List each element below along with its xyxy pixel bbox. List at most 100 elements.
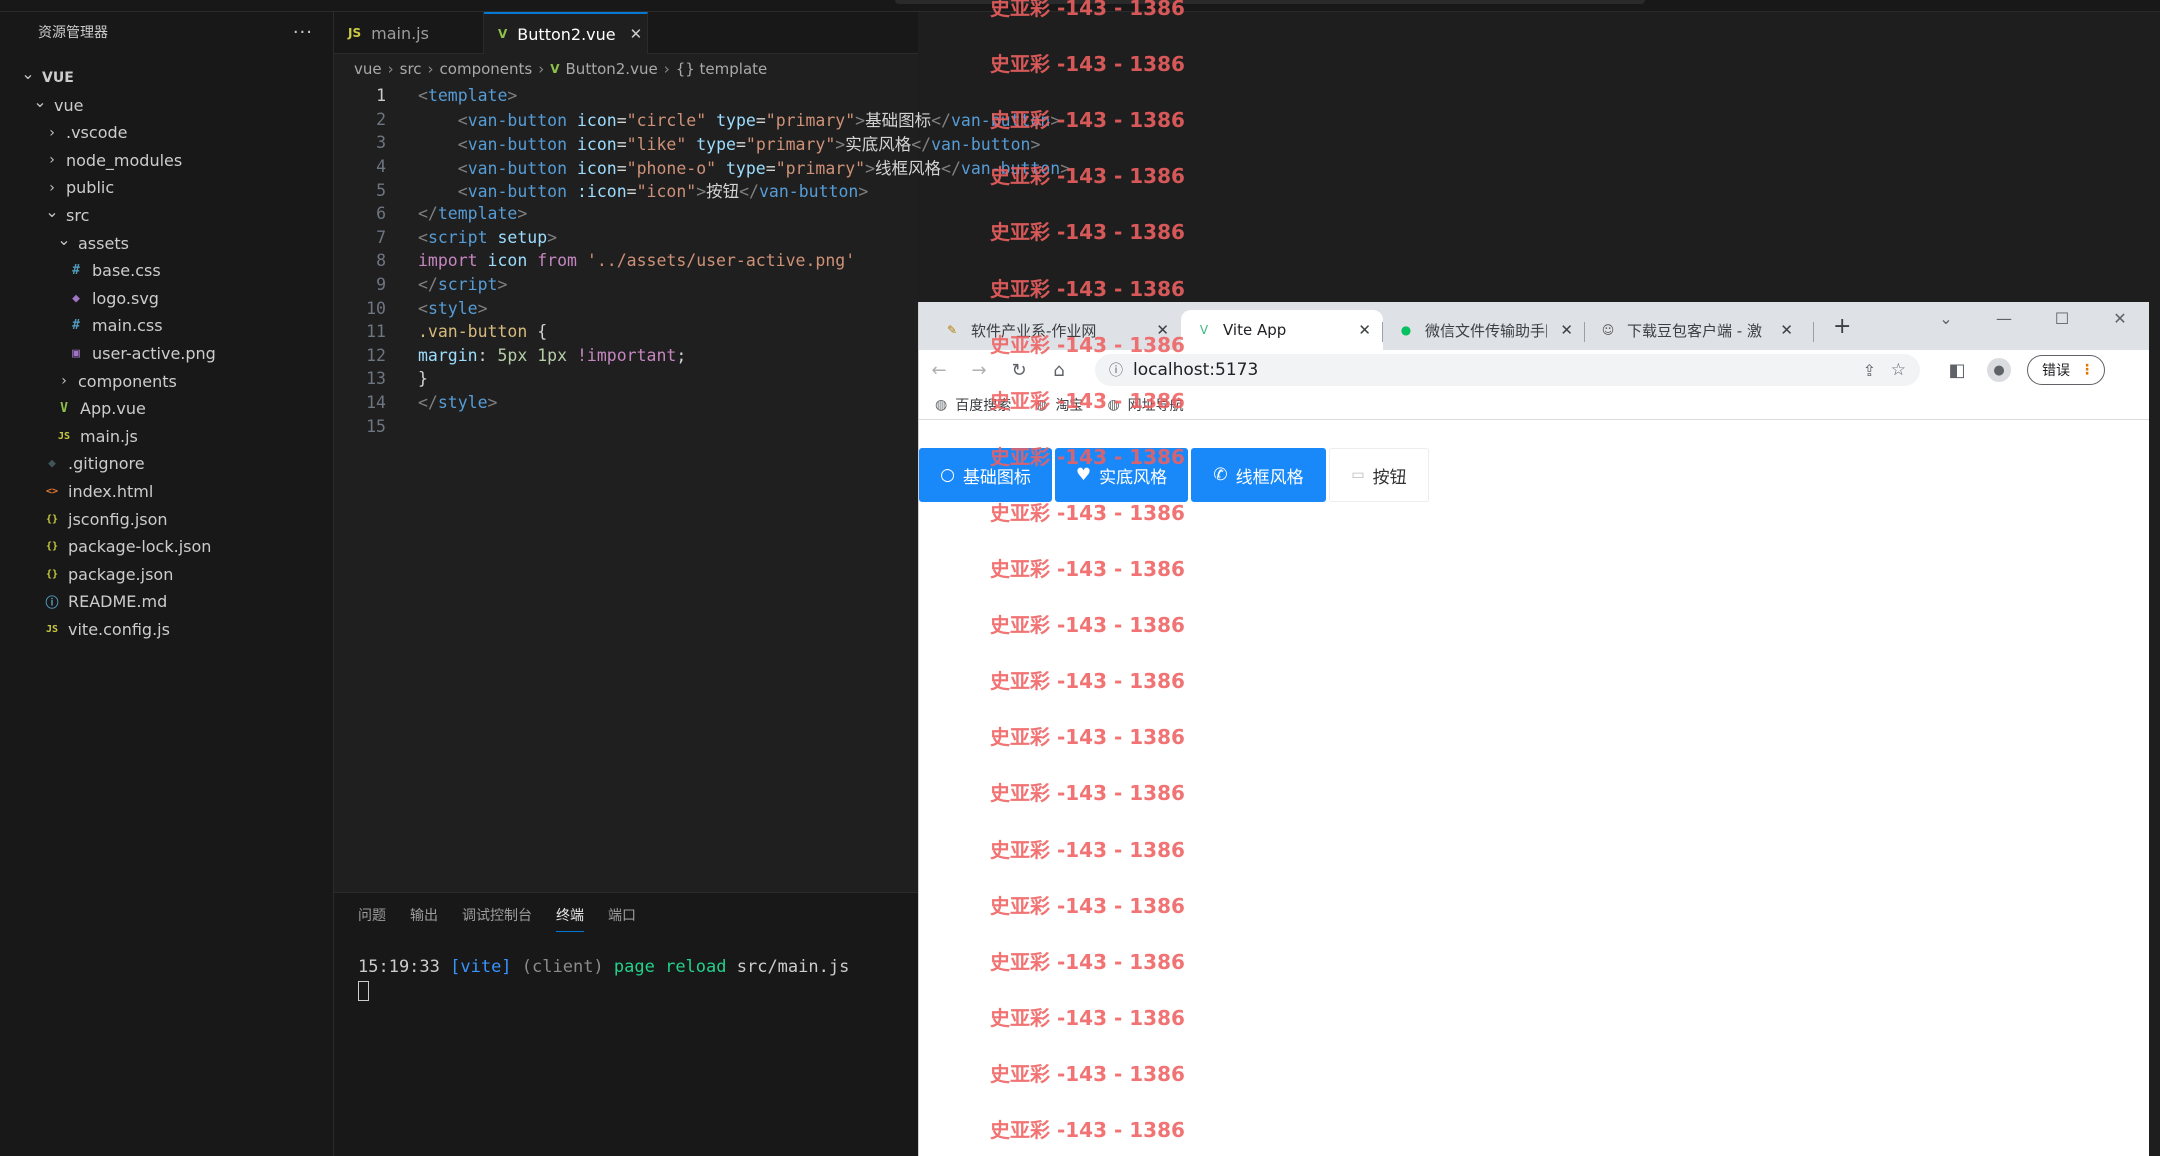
panel-tab[interactable]: 输出 [410,905,438,932]
tree-item[interactable]: ⌄ VUE [14,64,332,91]
tree-item[interactable]: # base.css [14,257,332,284]
tab-close-icon[interactable]: ✕ [1358,321,1371,339]
tree-item[interactable]: ▣ user-active.png [14,340,332,367]
line-source: </style> [418,393,497,412]
chevron-down-icon: ⌄ [45,202,59,221]
editor-tab[interactable]: JS main.js [334,12,484,54]
tab-close-icon[interactable]: ✕ [1560,321,1573,339]
bookmark-label: 网址导航 [1127,397,1184,414]
tree-item[interactable]: ◆ logo.svg [14,285,332,312]
back-icon[interactable]: ← [919,360,959,381]
breadcrumb-item[interactable]: Button2.vue [566,60,658,78]
new-tab-button[interactable]: + [1833,314,1851,339]
breadcrumb-item[interactable]: vue [354,60,382,78]
bookmark-item[interactable]: ◍ 网址导航 [1107,395,1183,415]
code-token: van-button [467,134,568,154]
code-token: > [487,393,498,413]
home-icon[interactable]: ⌂ [1039,360,1079,381]
site-info-icon[interactable]: ⓘ [1109,360,1123,380]
tab-close-icon[interactable]: ✕ [1780,321,1793,339]
code-token: 5px [497,345,528,365]
editor-tab-label: main.js [371,23,429,43]
panel-tab[interactable]: 问题 [358,905,386,932]
side-panel-icon[interactable]: ◧ [1937,360,1977,381]
code-token: > [865,158,876,178]
bookmark-star-icon[interactable]: ☆ [1891,360,1906,380]
code-token: 基础图标 [865,111,932,131]
van-button-label: 按钮 [1372,467,1407,488]
tree-item[interactable]: {} package.json [14,561,332,588]
breadcrumb-item[interactable]: components [440,60,533,78]
code-token: margin [418,345,478,365]
tree-item[interactable]: ⌄ vue [14,92,332,119]
file-type-icon: ◆ [72,290,80,306]
tree-item[interactable]: JS main.js [14,423,332,450]
chevron-right-icon: › [49,152,55,169]
tree-item[interactable]: ⌄ src [14,202,332,229]
panel-tab[interactable]: 端口 [608,905,636,932]
tab-close-icon[interactable]: ✕ [1156,321,1169,339]
tree-item[interactable]: ⌄ assets [14,230,332,257]
code-token: = [616,111,627,131]
tree-item[interactable]: › node_modules [14,147,332,174]
kebab-menu-icon[interactable]: ⋮ [2080,362,2094,378]
panel-tab[interactable]: 调试控制台 [462,905,532,932]
close-window-icon[interactable]: ✕ [2091,302,2149,338]
reload-icon[interactable]: ↻ [999,360,1039,381]
tree-item[interactable]: {} jsconfig.json [14,506,332,533]
browser-tab[interactable]: ● 微信文件传输助手网页 ✕ [1383,310,1585,350]
maximize-icon[interactable]: ☐ [2033,302,2091,338]
van-button[interactable]: ♥ 实底风格 [1055,448,1188,502]
share-icon[interactable]: ⇪ [1863,361,1876,380]
minimize-icon[interactable]: — [1975,302,2033,338]
line-number: 15 [366,416,386,436]
code-token: "primary" [765,111,856,131]
bookmark-item[interactable]: ◍ 淘宝 [1035,395,1083,415]
code-token: { [527,322,548,342]
tree-item[interactable]: ⓘ README.md [14,588,332,615]
button-icon: ▭ [1351,467,1365,483]
editor-tab[interactable]: V Button2.vue ✕ [484,12,648,54]
line-number: 8 [376,251,386,271]
code-token: < [457,111,468,131]
breadcrumb-item[interactable]: src [400,60,422,78]
tree-item-label: logo.svg [92,288,159,308]
code-token: > [507,86,518,106]
tree-item[interactable]: › .vscode [14,119,332,146]
van-button[interactable]: ▭ 按钮 [1329,448,1429,502]
tree-item[interactable]: V App.vue [14,395,332,422]
tree-item[interactable]: JS vite.config.js [14,616,332,643]
forward-icon[interactable]: → [959,360,999,381]
close-icon[interactable]: ✕ [630,25,643,43]
van-button[interactable]: ✆ 线框风格 [1191,448,1326,502]
error-button[interactable]: 错误 ⋮ [2027,355,2105,385]
terminal-output[interactable]: 15:19:33 [vite] (client) page reload src… [358,957,849,977]
bookmark-item[interactable]: ◍ 百度搜索 [935,395,1011,415]
browser-tab-label: 下载豆包客户端 - 激 [1627,321,1762,340]
line-number: 12 [366,345,386,365]
tree-item[interactable]: <> index.html [14,478,332,505]
browser-tab[interactable]: ✎ 软件产业系-作业网 ✕ [929,310,1181,350]
activity-bar [0,12,14,1156]
browser-tab[interactable]: ☺ 下载豆包客户端 - 激 ✕ [1585,310,1805,350]
van-button[interactable]: ○ 基础图标 [919,448,1052,502]
code-token: 线框风格 [875,158,942,178]
browser-tab-label: 软件产业系-作业网 [971,321,1097,340]
browser-tab[interactable]: V Vite App ✕ [1181,310,1383,350]
tree-item[interactable]: ◆ .gitignore [14,450,332,477]
command-center[interactable] [895,0,1645,4]
profile-avatar-icon[interactable]: ● [1987,358,2011,382]
line-source: <van-button icon="circle" type="primary"… [418,107,1061,131]
tab-separator [1813,322,1814,342]
address-bar[interactable]: ⓘ localhost:5173 ⇪ ☆ [1095,354,1920,386]
tree-item[interactable]: › public [14,174,332,201]
tree-item[interactable]: # main.css [14,312,332,339]
terminal-text: src/main.js [736,957,850,977]
tree-item[interactable]: {} package-lock.json [14,533,332,560]
more-actions-icon[interactable]: ··· [293,22,313,43]
panel-tab[interactable]: 终端 [556,905,584,932]
tab-search-icon[interactable]: ⌄ [1917,302,1975,338]
tree-item[interactable]: › components [14,368,332,395]
breadcrumb-item[interactable]: {} template [676,60,768,78]
